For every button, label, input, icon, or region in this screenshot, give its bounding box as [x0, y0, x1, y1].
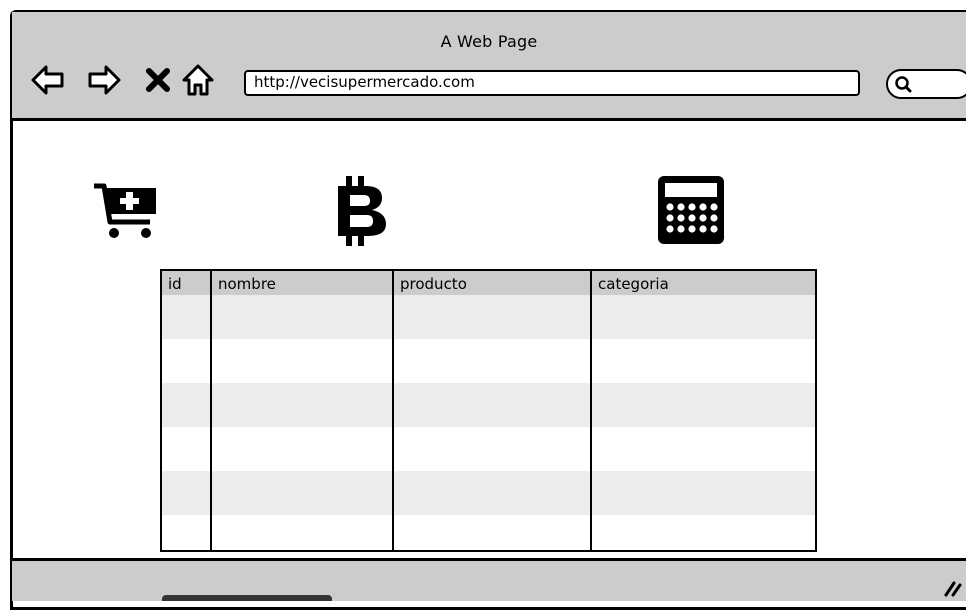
table-header: id nombre producto categoria — [162, 271, 815, 295]
table-row[interactable] — [162, 339, 815, 383]
back-icon[interactable] — [30, 62, 66, 98]
column-divider — [210, 271, 212, 550]
table-row[interactable] — [162, 515, 815, 550]
window-title: A Web Page — [440, 32, 538, 51]
column-header-producto[interactable]: producto — [394, 271, 592, 295]
search-icon — [895, 76, 912, 93]
calculator-icon[interactable] — [656, 174, 726, 246]
table-row[interactable] — [162, 383, 815, 427]
column-header-id[interactable]: id — [162, 271, 212, 295]
forward-icon[interactable] — [86, 62, 122, 98]
bitcoin-icon[interactable] — [334, 176, 388, 246]
table-row[interactable] — [162, 471, 815, 515]
address-bar-input[interactable]: http://vecisupermercado.com — [244, 70, 860, 96]
table-row[interactable] — [162, 295, 815, 339]
stop-icon[interactable] — [140, 62, 176, 98]
column-header-categoria[interactable]: categoria — [592, 271, 815, 295]
table-row[interactable] — [162, 427, 815, 471]
column-header-nombre[interactable]: nombre — [212, 271, 394, 295]
browser-toolbar: A Web Page http://vecisupermercado.com — [12, 12, 966, 121]
resize-grip-icon[interactable] — [942, 577, 962, 597]
home-icon[interactable] — [180, 62, 216, 98]
column-divider — [590, 271, 592, 550]
scrollbar-thumb[interactable] — [162, 595, 332, 601]
data-table: id nombre producto categoria — [160, 269, 817, 552]
column-divider — [392, 271, 394, 550]
search-box[interactable] — [886, 69, 966, 99]
status-bar — [12, 558, 966, 601]
cart-plus-icon[interactable] — [92, 182, 158, 240]
